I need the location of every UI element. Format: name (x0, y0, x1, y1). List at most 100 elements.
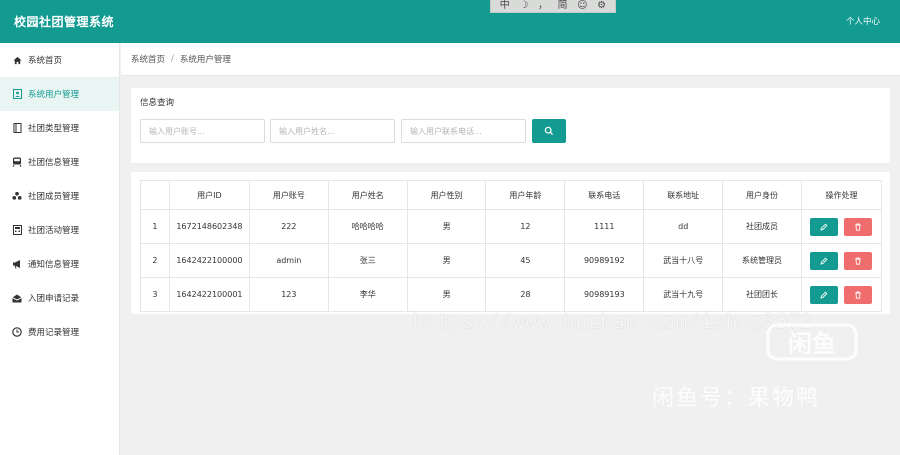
cell-phone: 90989193 (564, 277, 645, 312)
sidebar-item-join-requests[interactable]: 入团申请记录 (0, 281, 119, 315)
cell-address: dd (643, 209, 724, 244)
cell-phone: 1111 (564, 209, 645, 244)
svg-text:闲鱼: 闲鱼 (788, 330, 836, 358)
sidebar-item-club-members[interactable]: 社团成员管理 (0, 179, 119, 213)
phone-search-input[interactable] (401, 119, 526, 143)
column-header-account: 用户账号 (248, 180, 329, 210)
cell-phone: 90989192 (564, 243, 645, 278)
column-header-actions: 操作处理 (800, 180, 883, 210)
cell-name: 李华 (327, 277, 408, 312)
table-row: 3 1642422100001 123 李华 男 28 90989193 武当十… (140, 277, 883, 312)
cell-gender: 男 (406, 243, 487, 278)
cell-actions (800, 277, 883, 312)
cell-account: admin (248, 243, 329, 278)
train-icon (12, 157, 22, 167)
ime-language-toggle[interactable]: 中 (500, 0, 510, 12)
sidebar-item-label: 社团信息管理 (28, 158, 80, 168)
ime-emoji-icon[interactable]: ☺ (577, 0, 587, 12)
column-header-user-id: 用户ID (168, 180, 250, 210)
app-title: 校园社团管理系统 (14, 15, 115, 29)
cell-name: 哈哈哈哈 (327, 209, 408, 244)
name-search-input[interactable] (270, 119, 395, 143)
trash-icon (855, 223, 862, 231)
delete-button[interactable] (844, 217, 873, 236)
delete-button[interactable] (844, 285, 873, 304)
edit-icon (820, 257, 828, 265)
column-header-name: 用户姓名 (327, 180, 408, 210)
cell-index: 3 (140, 277, 170, 312)
column-header-gender: 用户性别 (406, 180, 487, 210)
edit-button[interactable] (810, 285, 839, 304)
ime-simplified-toggle[interactable]: 简 (558, 0, 568, 12)
breadcrumb-current: 系统用户管理 (179, 55, 231, 65)
cell-actions (800, 209, 883, 244)
sidebar-item-club-type[interactable]: 社团类型管理 (0, 111, 119, 145)
ime-toolbar[interactable]: 中 ☽ ， 简 ☺ ⚙ (490, 0, 616, 13)
watermark-url: https://www.huzhan.com/ishop3572 (412, 309, 814, 333)
clock-icon (12, 327, 22, 337)
column-header-index (140, 180, 170, 210)
sidebar-item-label: 入团申请记录 (28, 294, 80, 304)
breadcrumb: 系统首页 / 系统用户管理 (121, 43, 900, 76)
column-header-role: 用户身份 (722, 180, 802, 210)
trash-icon (855, 291, 862, 299)
cell-role: 社团团长 (722, 277, 802, 312)
search-icon (544, 124, 554, 139)
cell-role: 系统管理员 (722, 243, 802, 278)
edit-button[interactable] (810, 251, 839, 270)
ime-punctuation-toggle[interactable]: ， (538, 0, 548, 12)
sidebar-item-notices[interactable]: 通知信息管理 (0, 247, 119, 281)
user-table-panel: 用户ID 用户账号 用户姓名 用户性别 用户年龄 联系电话 联系地址 用户身份 … (131, 172, 890, 314)
column-header-age: 用户年龄 (485, 180, 566, 210)
cell-age: 28 (485, 277, 566, 312)
user-card-icon (12, 89, 22, 99)
cell-role: 社团成员 (722, 209, 802, 244)
cell-user-id: 1672148602348 (168, 209, 250, 244)
account-search-input[interactable] (140, 119, 265, 143)
cell-user-id: 1642422100001 (168, 277, 250, 312)
group-icon (12, 191, 22, 201)
search-button[interactable] (532, 119, 566, 143)
cell-account: 123 (248, 277, 329, 312)
sidebar: 系统首页 系统用户管理 社团类型管理 社团信息管理 社团成员管理 社团活动管理 (0, 43, 120, 455)
ime-moon-icon[interactable]: ☽ (519, 0, 528, 12)
edit-button[interactable] (810, 217, 839, 236)
cell-index: 2 (140, 243, 170, 278)
edit-icon (820, 223, 828, 231)
cell-age: 12 (485, 209, 566, 244)
table-row: 2 1642422100000 admin 张三 男 45 90989192 武… (140, 243, 883, 278)
megaphone-icon (12, 259, 22, 269)
sidebar-item-label: 系统用户管理 (28, 90, 80, 100)
trash-icon (855, 257, 862, 265)
cell-actions (800, 243, 883, 278)
cell-gender: 男 (406, 277, 487, 312)
top-bar: 校园社团管理系统 个人中心 (0, 0, 900, 43)
cell-address: 武当十九号 (643, 277, 724, 312)
cell-name: 张三 (327, 243, 408, 278)
cell-gender: 男 (406, 209, 487, 244)
sidebar-item-label: 社团活动管理 (28, 226, 80, 236)
delete-button[interactable] (844, 251, 873, 270)
sidebar-item-club-info[interactable]: 社团信息管理 (0, 145, 119, 179)
table-header-row: 用户ID 用户账号 用户姓名 用户性别 用户年龄 联系电话 联系地址 用户身份 … (140, 180, 883, 210)
cell-account: 222 (248, 209, 329, 244)
cell-index: 1 (140, 209, 170, 244)
breadcrumb-separator: / (171, 54, 174, 64)
breadcrumb-home[interactable]: 系统首页 (131, 53, 165, 65)
search-panel: 信息查询 (131, 88, 890, 163)
watermark-logo: 闲鱼 (766, 322, 860, 362)
sidebar-item-label: 费用记录管理 (28, 328, 80, 338)
sidebar-item-fee-records[interactable]: 费用记录管理 (0, 315, 119, 349)
cell-user-id: 1642422100000 (168, 243, 250, 278)
sidebar-item-home[interactable]: 系统首页 (0, 43, 119, 77)
sidebar-item-label: 社团成员管理 (28, 192, 80, 202)
book-icon (12, 123, 22, 133)
ime-settings-icon[interactable]: ⚙ (597, 0, 606, 12)
search-panel-title: 信息查询 (140, 98, 175, 108)
envelope-icon (12, 293, 22, 303)
sidebar-item-user-management[interactable]: 系统用户管理 (0, 77, 119, 111)
sidebar-item-club-activity[interactable]: 社团活动管理 (0, 213, 119, 247)
calculator-icon (12, 225, 22, 235)
user-center-link[interactable]: 个人中心 (846, 15, 880, 27)
sidebar-item-label: 通知信息管理 (28, 260, 80, 270)
